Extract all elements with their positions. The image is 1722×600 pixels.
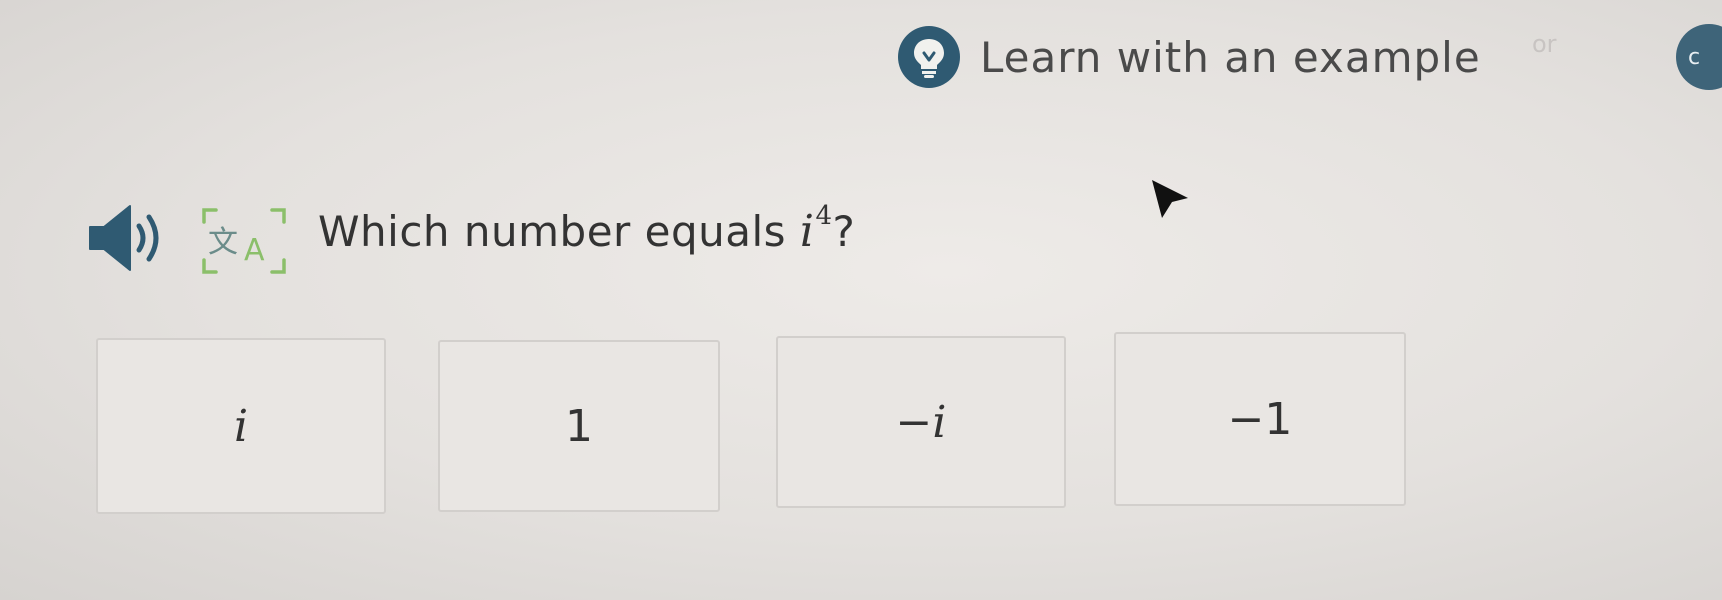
question-exponent: 4 — [815, 201, 833, 231]
answer-choice-1[interactable]: 1 — [438, 340, 720, 512]
question-prefix: Which number equals — [318, 207, 800, 256]
answer-choice-negative-i[interactable]: −i — [776, 336, 1066, 508]
answer-choice-label: 1 — [565, 400, 593, 452]
question-suffix: ? — [832, 207, 856, 256]
mouse-cursor-icon — [1152, 180, 1188, 218]
learn-with-example-link[interactable]: Learn with an example — [898, 22, 1481, 92]
translate-button[interactable]: 文 A — [198, 206, 290, 276]
speaker-icon — [89, 205, 159, 271]
question-text: Which number equals i4? — [318, 201, 856, 257]
learn-with-example-label: Learn with an example — [980, 32, 1481, 82]
answer-choice-i[interactable]: i — [96, 338, 386, 514]
answer-choice-label: i — [233, 400, 249, 452]
answer-choice-label: −1 — [1227, 393, 1293, 445]
answer-choice-negative-1[interactable]: −1 — [1114, 332, 1406, 506]
translate-icon: 文 A — [202, 208, 286, 274]
read-aloud-button[interactable] — [86, 200, 172, 276]
svg-text:A: A — [244, 233, 265, 268]
answer-choice-label: −i — [895, 396, 947, 448]
faded-text: or — [1532, 30, 1557, 58]
edge-circle-button[interactable]: c — [1676, 24, 1722, 90]
question-variable: i — [799, 206, 815, 257]
edge-circle-text: c — [1688, 44, 1701, 70]
lightbulb-icon — [898, 26, 960, 88]
svg-text:文: 文 — [208, 225, 238, 260]
